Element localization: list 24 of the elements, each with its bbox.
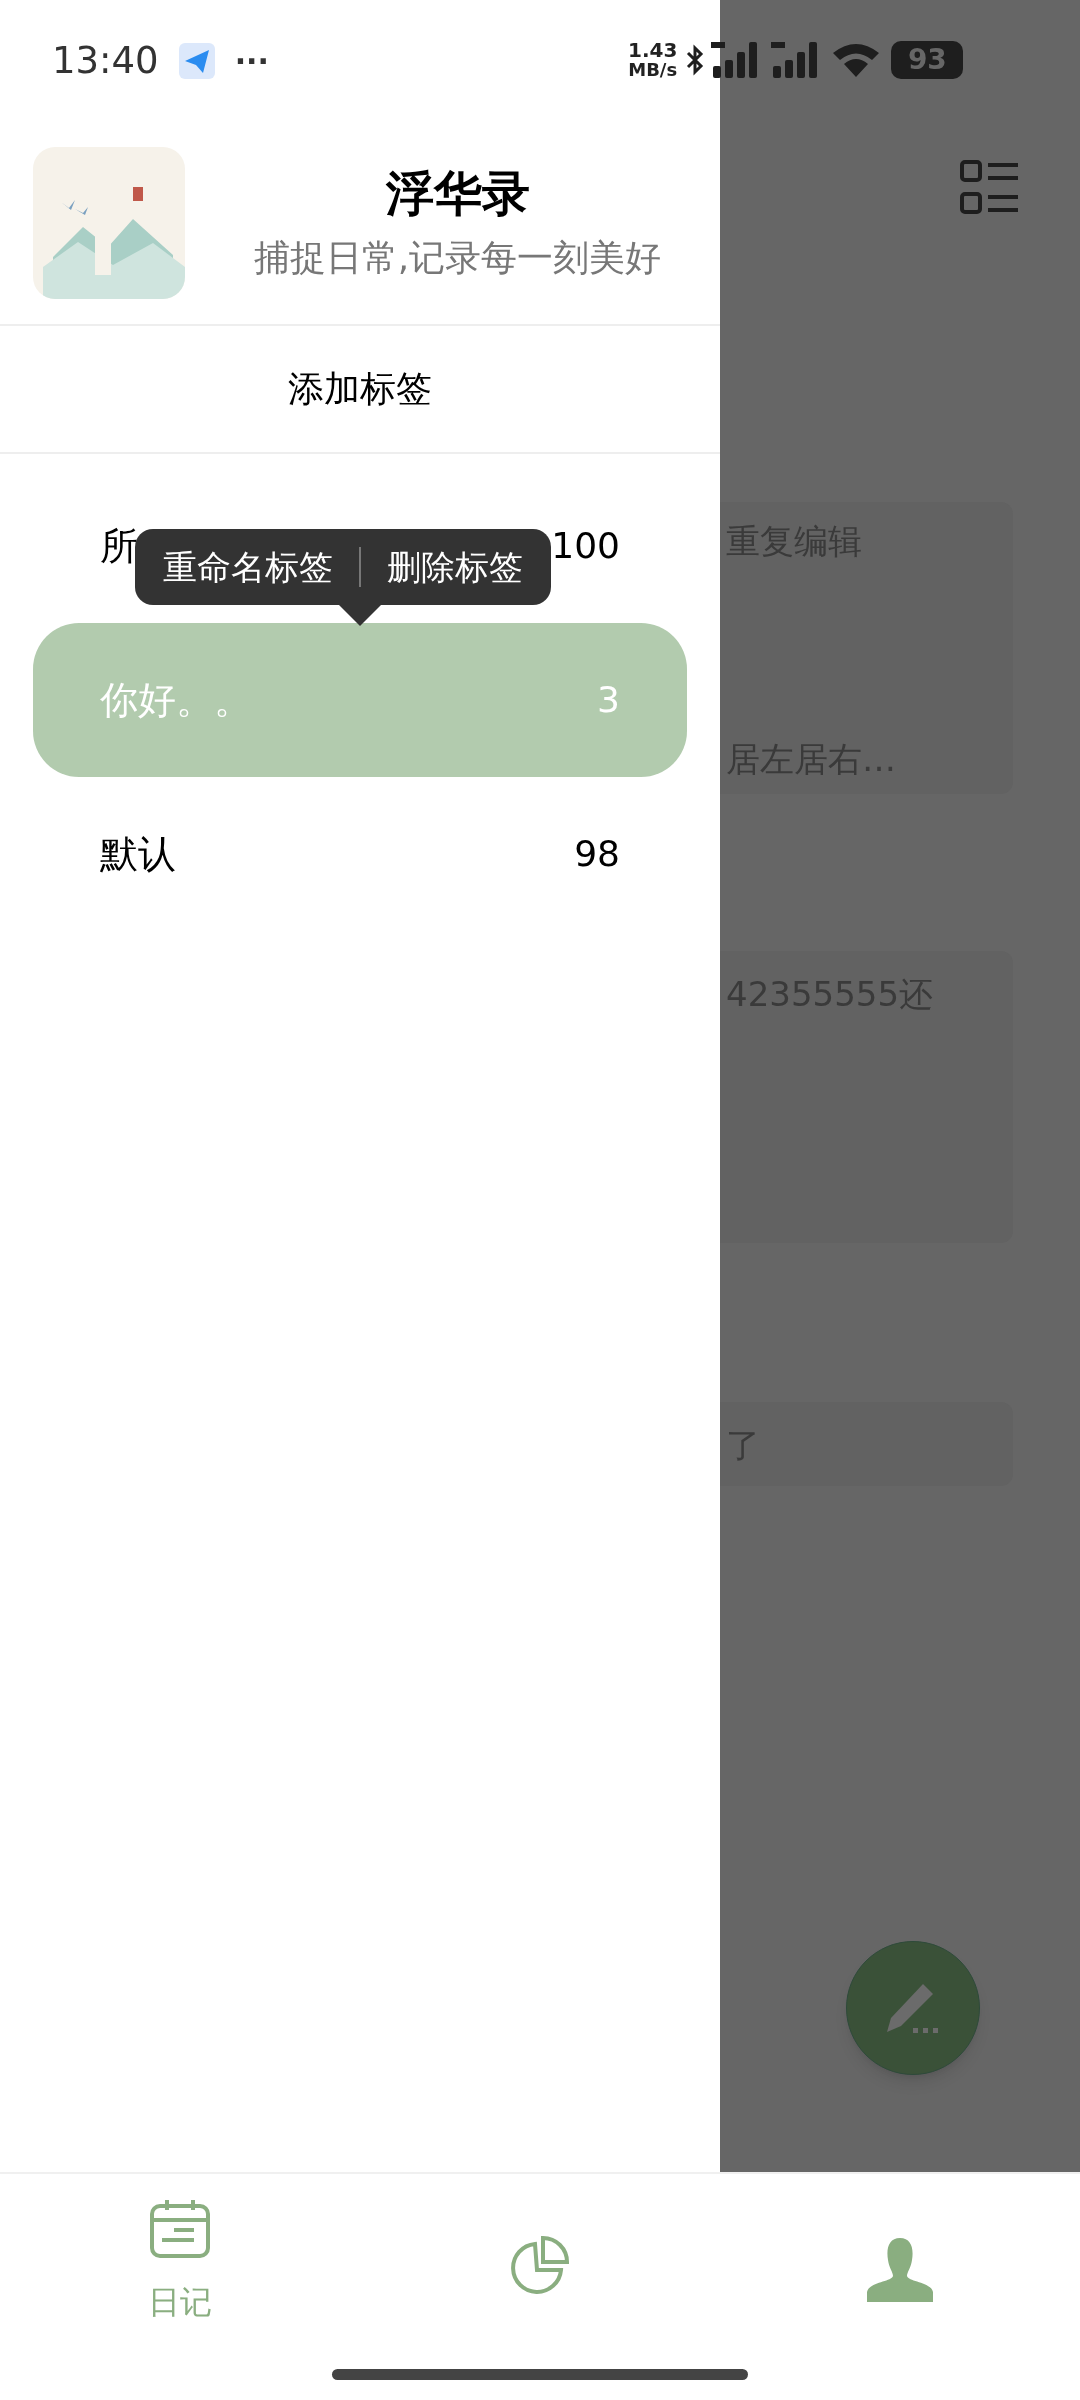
pie-chart-icon <box>511 2236 569 2294</box>
calendar-icon <box>150 2200 210 2258</box>
list-view-icon[interactable] <box>960 160 1020 216</box>
wifi-icon <box>831 41 882 79</box>
battery-level: 93 <box>907 42 947 78</box>
tag-name[interactable]: 默认 <box>100 825 176 883</box>
network-speed: 1.43 <box>628 41 678 60</box>
tag-count: 100 <box>551 524 620 568</box>
send-app-icon <box>178 43 215 79</box>
network-speed-unit: MB/s <box>628 60 678 79</box>
tag-count: 98 <box>574 832 620 876</box>
app-tagline: 捕捉日常,记录每一刻美好 <box>253 236 662 280</box>
add-tag-button[interactable]: 添加标签 <box>288 362 432 416</box>
more-notifications-icon: ··· <box>234 38 269 84</box>
tag-count: 3 <box>597 678 620 722</box>
tag-name: 你好。。 <box>100 676 252 724</box>
menu-option[interactable]: 重命名标签 <box>163 541 333 593</box>
status-time: 13:40 <box>52 38 159 85</box>
menu-option[interactable]: 删除标签 <box>387 541 523 593</box>
app-title: 浮华录 <box>385 164 530 223</box>
person-icon <box>867 2236 933 2302</box>
nav-label: 日记 <box>148 2282 212 2323</box>
bluetooth-icon <box>685 44 706 76</box>
tag-name[interactable]: 所 <box>100 517 138 575</box>
